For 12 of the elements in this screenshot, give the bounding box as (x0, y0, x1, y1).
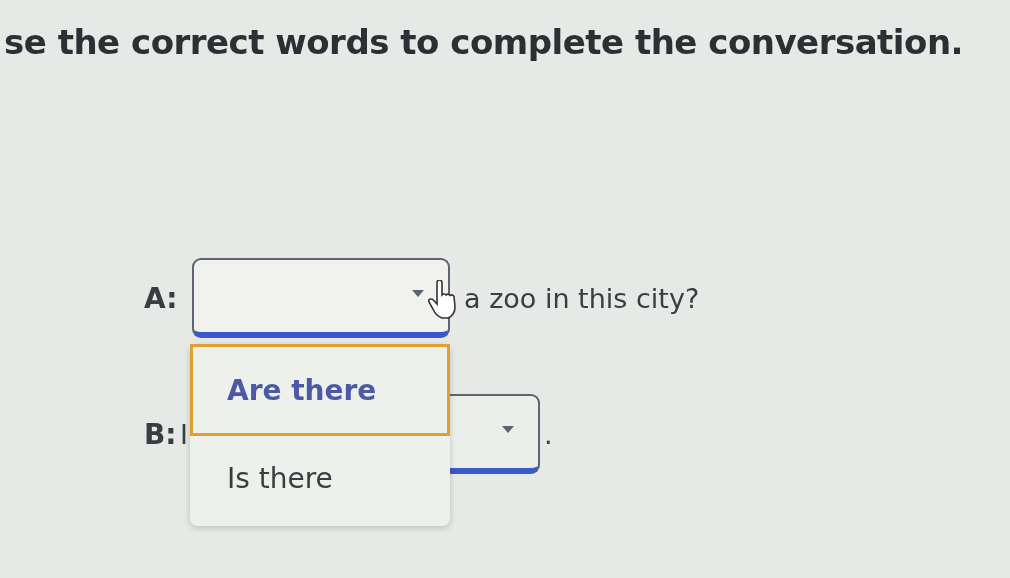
menu-option[interactable]: Is there (190, 436, 450, 520)
caret-icon (412, 290, 424, 298)
speaker-label: A: (144, 281, 179, 315)
sentence-text: a zoo in this city? (464, 282, 700, 314)
sentence-text: . (544, 418, 553, 450)
caret-icon (502, 426, 514, 434)
sentence-text: I (180, 418, 188, 450)
speaker-label: B: (144, 417, 178, 451)
answer-dropdown[interactable] (192, 258, 450, 338)
instruction-text: se the correct words to complete the conversation. (3, 22, 964, 62)
menu-option[interactable]: Are there (190, 344, 450, 436)
hand-cursor-icon (428, 280, 458, 320)
